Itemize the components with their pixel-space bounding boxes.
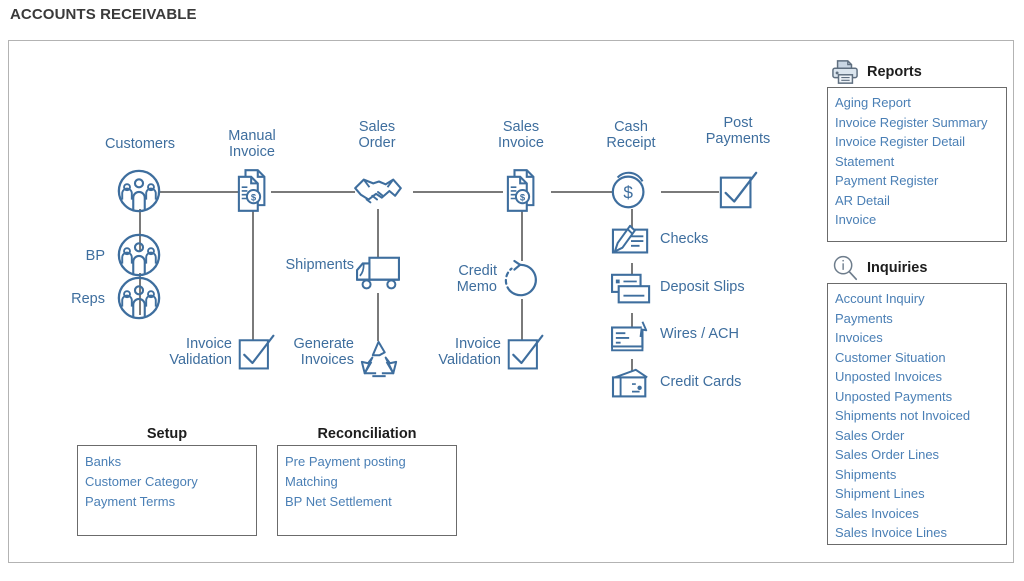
- inquiries-item[interactable]: Sales Order Lines: [835, 445, 1006, 465]
- inquiries-panel: Inquiries Account Inquiry Payments Invoi…: [827, 253, 1007, 545]
- handshake-icon[interactable]: [353, 172, 403, 210]
- setup-title: Setup: [146, 426, 188, 442]
- people-circle-icon[interactable]: [116, 232, 162, 278]
- deposit-slip-icon[interactable]: [609, 271, 655, 309]
- inquiries-item[interactable]: Sales Order: [835, 426, 1006, 446]
- setup-box: Banks Customer Category Payment Terms: [77, 445, 257, 536]
- node-label-cash-receipt: Cash Receipt: [606, 119, 656, 151]
- recycle-icon[interactable]: [359, 339, 399, 379]
- inquiries-item[interactable]: Payments: [835, 309, 1006, 329]
- connector-manualinvoice-validation: [252, 209, 254, 344]
- node-label-customers: Customers: [104, 136, 176, 152]
- page-title: ACCOUNTS RECEIVABLE: [10, 6, 197, 23]
- setup-item[interactable]: Customer Category: [85, 472, 256, 492]
- invoice-dollar-icon[interactable]: $: [237, 167, 271, 213]
- reconciliation-item[interactable]: Matching: [285, 472, 456, 492]
- inquiries-item[interactable]: Invoices: [835, 328, 1006, 348]
- reports-item[interactable]: Statement: [835, 152, 1006, 172]
- branch-label-wires-ach: Wires / ACH: [660, 326, 739, 342]
- branch-label-shipments: Shipments: [285, 257, 354, 273]
- svg-text:$: $: [520, 192, 526, 203]
- truck-icon[interactable]: [353, 253, 403, 293]
- reports-item[interactable]: Aging Report: [835, 93, 1006, 113]
- inquiries-item[interactable]: Unposted Payments: [835, 387, 1006, 407]
- reports-title: Reports: [867, 64, 922, 80]
- checkbox-check-icon[interactable]: [718, 170, 760, 212]
- node-label-post-payments: Post Payments: [705, 115, 771, 147]
- invoice-dollar-icon[interactable]: $: [506, 167, 540, 213]
- connector-customers-manualinvoice: [159, 191, 239, 193]
- branch-label-deposit-slips: Deposit Slips: [660, 279, 745, 295]
- setup-item[interactable]: Payment Terms: [85, 492, 256, 512]
- inquiries-item[interactable]: Sales Invoice Lines: [835, 523, 1006, 543]
- svg-text:$: $: [251, 192, 257, 203]
- printer-icon: [831, 59, 859, 85]
- reports-item[interactable]: AR Detail: [835, 191, 1006, 211]
- connector-salesinvoice-cashreceipt: [551, 191, 617, 193]
- node-label-manual-invoice: Manual Invoice: [228, 128, 276, 160]
- inquiries-item[interactable]: Shipment Lines: [835, 484, 1006, 504]
- check-pen-icon[interactable]: [609, 223, 653, 261]
- connector-manualinvoice-salesorder: [271, 191, 355, 193]
- diagram-canvas: Customers Manual Invoice Sales Order Sal…: [8, 40, 1014, 563]
- wire-transfer-icon[interactable]: [609, 318, 655, 356]
- inquiries-list: Account Inquiry Payments Invoices Custom…: [827, 283, 1007, 545]
- inquiries-panel-header: Inquiries: [831, 253, 1007, 283]
- inquiries-title: Inquiries: [867, 260, 928, 276]
- inquiries-item[interactable]: Shipments: [835, 465, 1006, 485]
- node-label-sales-order: Sales Order: [358, 119, 396, 151]
- inquiries-item[interactable]: Shipments not Invoiced: [835, 406, 1006, 426]
- credit-card-wallet-icon[interactable]: [609, 366, 655, 404]
- reports-item[interactable]: Invoice Register Summary: [835, 113, 1006, 133]
- coin-dollar-icon[interactable]: $: [609, 168, 653, 212]
- node-label-sales-invoice: Sales Invoice: [498, 119, 544, 151]
- reports-panel: Reports Aging Report Invoice Register Su…: [827, 57, 1007, 242]
- reports-item[interactable]: Invoice: [835, 210, 1006, 230]
- checkbox-check-icon[interactable]: [506, 333, 546, 373]
- people-circle-icon[interactable]: [116, 168, 162, 214]
- branch-label-invoice-validation-sales: Invoice Validation: [438, 336, 501, 368]
- connector-salesorder-salesinvoice: [413, 191, 503, 193]
- reports-panel-header: Reports: [831, 57, 1007, 87]
- reconciliation-box: Pre Payment posting Matching BP Net Sett…: [277, 445, 457, 536]
- reconciliation-item[interactable]: BP Net Settlement: [285, 492, 456, 512]
- branch-label-credit-cards: Credit Cards: [660, 374, 742, 390]
- reports-list: Aging Report Invoice Register Summary In…: [827, 87, 1007, 242]
- setup-item[interactable]: Banks: [85, 452, 256, 472]
- inquiries-item[interactable]: Sales Invoices: [835, 504, 1006, 524]
- connector-salesinvoice-creditmemo: [521, 209, 523, 261]
- connector-cashreceipt-postpayments: [661, 191, 719, 193]
- circular-arrow-icon[interactable]: [503, 259, 541, 301]
- branch-label-checks: Checks: [660, 231, 709, 247]
- branch-label-generate-invoices: Generate Invoices: [293, 336, 354, 368]
- inquiries-item[interactable]: Unposted Invoices: [835, 367, 1006, 387]
- connector-shipments-generate: [377, 293, 379, 341]
- people-circle-icon[interactable]: [116, 275, 162, 321]
- reports-item[interactable]: Invoice Register Detail: [835, 132, 1006, 152]
- branch-label-reps: Reps: [71, 291, 105, 307]
- reconciliation-title: Reconciliation: [317, 426, 417, 442]
- branch-label-bp: BP: [85, 248, 105, 264]
- svg-text:$: $: [623, 183, 633, 203]
- inquiries-item[interactable]: Customer Situation: [835, 348, 1006, 368]
- reports-item[interactable]: Payment Register: [835, 171, 1006, 191]
- branch-label-invoice-validation-manual: Invoice Validation: [169, 336, 232, 368]
- inquiries-item[interactable]: Account Inquiry: [835, 289, 1006, 309]
- magnifier-info-icon: [831, 254, 859, 282]
- reconciliation-item[interactable]: Pre Payment posting: [285, 452, 456, 472]
- branch-label-credit-memo: Credit Memo: [456, 263, 497, 295]
